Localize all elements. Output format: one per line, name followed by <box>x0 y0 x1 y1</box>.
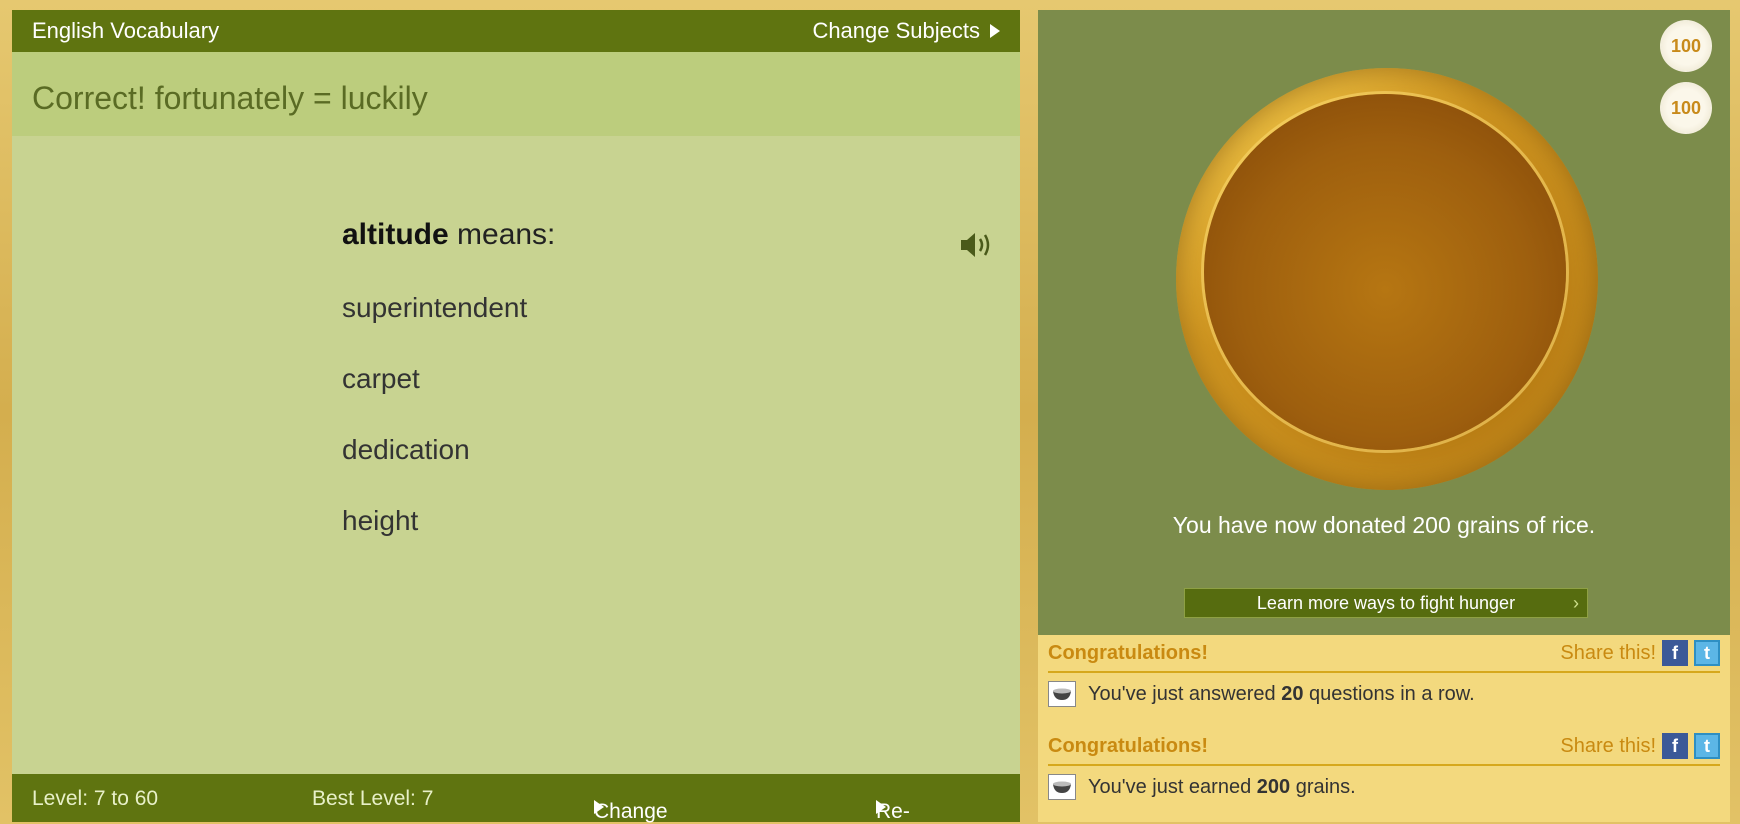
quiz-panel: English Vocabulary Change Subjects Corre… <box>12 10 1020 823</box>
twitter-icon[interactable]: t <box>1694 733 1720 759</box>
question-prompt: altitude means: <box>342 218 555 252</box>
learn-more-label: Learn more ways to fight hunger <box>1256 593 1516 613</box>
quiz-footer: Level: 7 to 60 Best Level: 7 Change Leve… <box>12 774 1020 823</box>
question-word: altitude <box>342 218 449 251</box>
best-level: Best Level: 7 <box>312 787 434 810</box>
play-arrow-icon <box>990 24 1000 38</box>
achievement-message: You've just earned 200 grains. <box>1048 774 1720 800</box>
share-label: Share this! <box>1560 641 1656 664</box>
answer-feedback: Correct! fortunately = luckily <box>12 52 1020 136</box>
quiz-header: English Vocabulary Change Subjects <box>12 10 1020 52</box>
share-group: Share this! f t <box>1560 733 1720 759</box>
rice-bowl-icon <box>1048 681 1076 707</box>
grain-badge: 100 <box>1660 82 1712 134</box>
play-arrow-icon <box>876 800 886 814</box>
donation-status: You have now donated 200 grains of rice. <box>1172 512 1596 538</box>
learn-more-button[interactable]: Learn more ways to fight hunger › <box>1184 588 1588 618</box>
message-count: 20 <box>1281 682 1304 705</box>
message-prefix: You've just earned <box>1088 775 1252 798</box>
grain-badge: 100 <box>1660 20 1712 72</box>
achievement-header: Congratulations! Share this! f t <box>1048 639 1720 673</box>
rice-bowl-inner <box>1204 94 1566 450</box>
chevron-right-icon: › <box>1573 593 1579 613</box>
share-label: Share this! <box>1560 734 1656 757</box>
answer-choice[interactable]: height <box>342 505 418 537</box>
message-prefix: You've just answered <box>1088 682 1276 705</box>
facebook-icon[interactable]: f <box>1662 640 1688 666</box>
answer-choice[interactable]: carpet <box>342 363 420 395</box>
achievement-title: Congratulations! <box>1048 641 1208 664</box>
answer-choice[interactable]: dedication <box>342 434 470 466</box>
donation-panel: 100 100 You have now donated 200 grains … <box>1038 10 1730 822</box>
facebook-icon[interactable]: f <box>1662 733 1688 759</box>
change-subjects-label: Change Subjects <box>812 18 980 43</box>
level-range: Level: 7 to 60 <box>32 787 159 810</box>
share-group: Share this! f t <box>1560 640 1720 666</box>
rice-bowl-icon <box>1048 774 1076 800</box>
change-subjects-link[interactable]: Change Subjects <box>812 18 1000 44</box>
speaker-icon[interactable] <box>957 228 997 262</box>
message-suffix: grains. <box>1295 775 1356 798</box>
message-count: 200 <box>1256 775 1291 798</box>
rice-bowl-image <box>1176 68 1598 490</box>
twitter-icon[interactable]: t <box>1694 640 1720 666</box>
subject-title: English Vocabulary <box>32 18 220 43</box>
achievement-item: Congratulations! Share this! f t You've … <box>1048 732 1720 800</box>
question-suffix: means: <box>457 218 556 251</box>
achievement-message: You've just answered 20 questions in a r… <box>1048 681 1720 707</box>
change-level-label: Change Level <box>594 800 668 823</box>
achievement-item: Congratulations! Share this! f t You've … <box>1048 639 1720 707</box>
message-suffix: questions in a row. <box>1309 682 1475 705</box>
answer-choice[interactable]: superintendent <box>342 292 527 324</box>
play-arrow-icon <box>594 800 604 814</box>
achievements-area: Congratulations! Share this! f t You've … <box>1038 635 1730 822</box>
achievement-title: Congratulations! <box>1048 734 1208 757</box>
achievement-header: Congratulations! Share this! f t <box>1048 732 1720 766</box>
